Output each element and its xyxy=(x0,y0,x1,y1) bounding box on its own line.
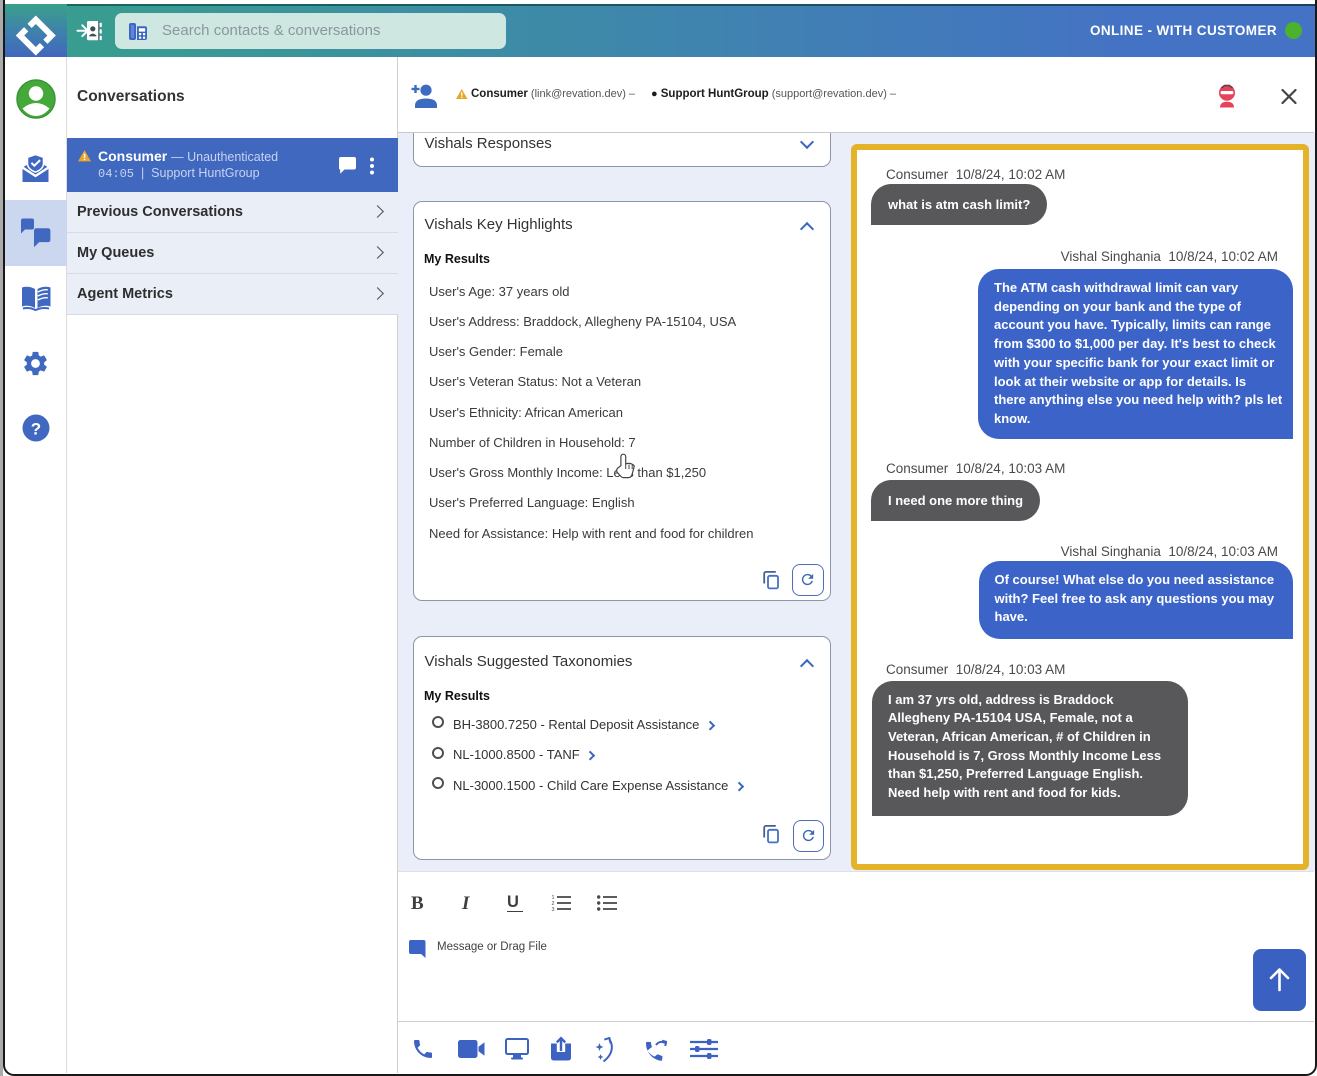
svg-text:3: 3 xyxy=(552,907,555,911)
svg-text:?: ? xyxy=(31,420,41,439)
